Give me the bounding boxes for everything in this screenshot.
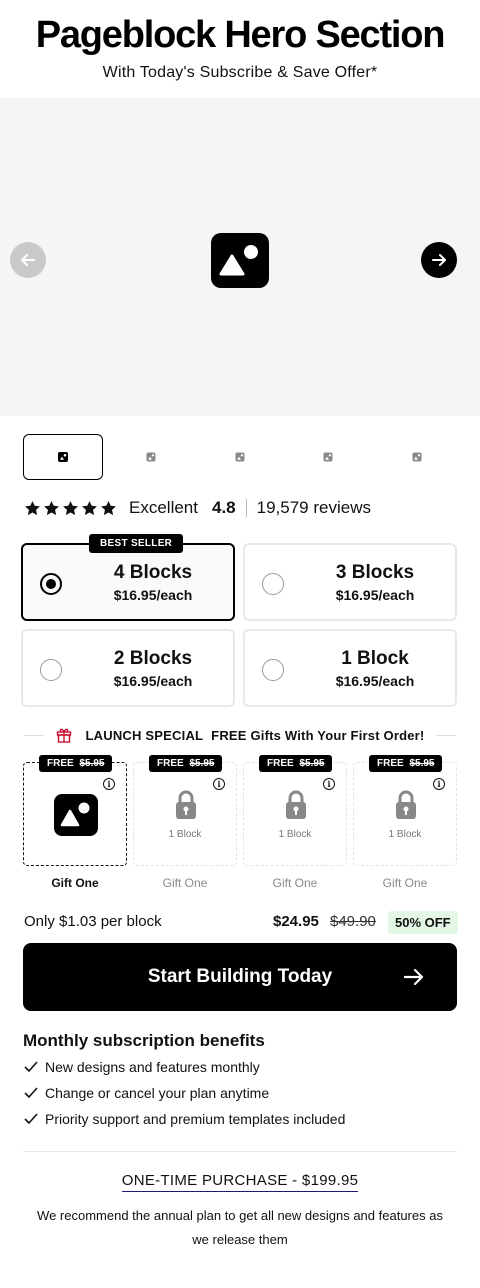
start-building-button[interactable]: Start Building Today [23,943,457,1011]
option-name: 2 Blocks [113,648,193,669]
option-4-blocks[interactable]: BEST SELLER 4 Blocks $16.95/each [21,534,235,621]
option-radio[interactable] [262,659,284,681]
page-subtitle: With Today's Subscribe & Save Offer* [102,64,378,81]
rating-score: 4.8 [211,498,236,517]
rating-label: Excellent [129,498,198,517]
checkmark-icon [24,1087,38,1099]
option-3-blocks[interactable]: 3 Blocks $16.95/each [243,543,457,621]
gallery-next-button[interactable] [421,242,457,278]
current-price: $24.95 [273,913,319,930]
section-divider [23,1151,457,1152]
gift-card-2[interactable]: FREE $5.95 i 1 Block [133,755,237,866]
cta-label: Start Building Today [147,966,333,987]
star-icon [25,500,40,515]
checkmark-icon [24,1061,38,1073]
option-radio[interactable] [40,659,62,681]
option-name: 3 Blocks [335,562,415,583]
rating-summary: Excellent 4.8 19,579 reviews [24,496,371,520]
lock-icon [396,790,416,819]
option-1-block[interactable]: 1 Block $16.95/each [243,629,457,707]
thumbnail-strip [0,434,480,480]
gift-card-1[interactable]: FREE $5.95 i [23,755,127,866]
divider-line [24,734,44,736]
discount-badge: 50% OFF [388,911,458,934]
info-icon[interactable]: i [103,778,115,790]
image-placeholder-icon [54,794,98,836]
image-placeholder-icon [58,452,68,462]
launch-text: FREE Gifts With Your First Order! [211,727,425,743]
one-time-purchase-link[interactable]: ONE-TIME PURCHASE - $199.95 [121,1172,359,1192]
info-icon[interactable]: i [213,778,225,790]
lock-label: 1 Block [278,829,312,840]
divider-line [436,734,456,736]
star-rating [24,500,117,517]
info-icon[interactable]: i [433,778,445,790]
lock-label: 1 Block [168,829,202,840]
recommendation-note: We recommend the annual plan to get all … [37,1208,443,1247]
image-placeholder-icon [235,452,245,462]
gift-caption: Gift One [382,876,428,890]
best-seller-badge: BEST SELLER [89,534,184,553]
image-placeholder-icon [323,452,333,462]
free-tag: FREE $5.95 [149,755,223,772]
option-name: 4 Blocks [113,562,193,583]
gift-card-3[interactable]: FREE $5.95 i 1 Block [243,755,347,866]
arrow-right-icon [403,968,424,986]
star-icon [44,500,59,515]
free-tag: FREE $5.95 [369,755,443,772]
gift-icon [56,728,71,743]
info-icon[interactable]: i [323,778,335,790]
image-placeholder-icon [146,452,156,462]
option-price: $16.95/each [335,587,415,603]
gift-caption: Gift One [51,876,99,890]
hero-gallery [0,98,480,416]
option-price: $16.95/each [113,673,193,689]
option-2-blocks[interactable]: 2 Blocks $16.95/each [21,629,235,707]
lock-icon [176,790,196,819]
page-title: Pageblock Hero Section [35,14,446,56]
lock-icon [286,790,306,819]
thumbnail-2[interactable] [111,434,191,480]
arrow-left-icon [21,254,35,266]
one-time-purchase: ONE-TIME PURCHASE - $199.95 [0,1172,480,1192]
rating-divider [245,499,247,517]
arrow-right-icon [432,254,446,266]
lock-label: 1 Block [388,829,422,840]
free-tag: FREE $5.95 [39,755,113,772]
launch-special-banner: LAUNCH SPECIAL FREE Gifts With Your Firs… [24,725,456,745]
gift-caption: Gift One [162,876,208,890]
star-icon [101,500,116,515]
image-placeholder-icon [412,452,422,462]
star-icon [63,500,78,515]
option-price: $16.95/each [335,673,415,689]
star-icon [82,500,97,515]
option-price: $16.95/each [113,587,193,603]
original-price: $49.90 [330,913,376,930]
per-block-price: Only $1.03 per block [24,913,162,930]
launch-label: LAUNCH SPECIAL [85,727,204,743]
option-radio[interactable] [40,573,62,595]
benefits-title: Monthly subscription benefits [23,1031,265,1050]
benefit-item: Priority support and premium templates i… [23,1110,345,1128]
thumbnail-1[interactable] [23,434,103,480]
thumbnail-4[interactable] [288,434,368,480]
option-radio[interactable] [262,573,284,595]
thumbnail-5[interactable] [377,434,457,480]
review-count[interactable]: 19,579 reviews [257,498,371,518]
checkmark-icon [24,1113,38,1125]
image-placeholder-icon [211,233,269,288]
benefit-item: New designs and features monthly [23,1058,260,1076]
benefit-item: Change or cancel your plan anytime [23,1084,269,1102]
gift-card-4[interactable]: FREE $5.95 i 1 Block [353,755,457,866]
thumbnail-3[interactable] [200,434,280,480]
gallery-prev-button[interactable] [10,242,46,278]
option-name: 1 Block [341,648,409,669]
free-tag: FREE $5.95 [259,755,333,772]
gift-caption: Gift One [272,876,318,890]
